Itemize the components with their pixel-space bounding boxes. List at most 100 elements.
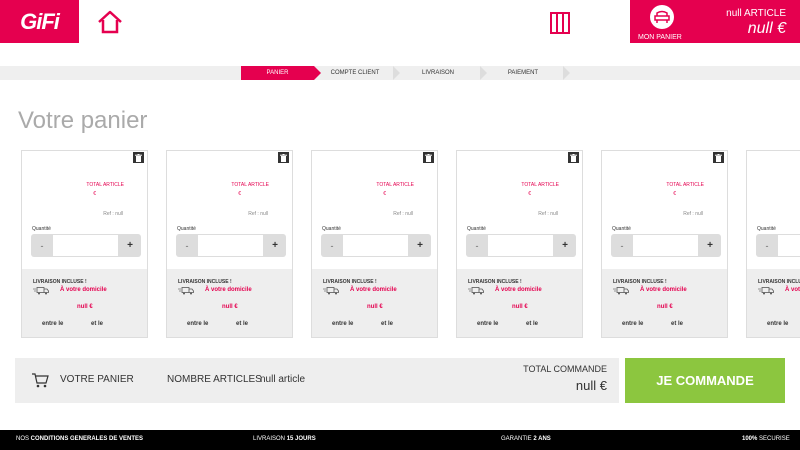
page-root: GiFi MON PANIER null ARTICLE null € PANI… <box>0 0 800 450</box>
trash-icon[interactable] <box>423 152 434 163</box>
quantity-stepper: -+ <box>176 234 286 257</box>
cart-item-card: TOTAL ARTICLE€Ref : nullQuantité-+LIVRAI… <box>166 150 293 338</box>
delivery-mode: À votre domicile <box>785 287 800 293</box>
livraison-incluse-label: LIVRAISON INCLUSE ! <box>323 279 377 285</box>
total-article-label: TOTAL ARTICLE <box>521 182 559 188</box>
delivery-mode: À votre domicile <box>350 287 397 293</box>
quantity-increase-button[interactable]: + <box>409 234 431 257</box>
delivery-info: LIVRAISON INCLUSE ! À votre domicile null … <box>167 269 292 337</box>
delivery-date-start: entre le <box>622 321 644 327</box>
footer-garantie: GARANTIE 2 ANS <box>501 436 551 442</box>
footer-securise-prefix: 100% <box>742 436 758 442</box>
summary-nombre-articles-label: NOMBRE ARTICLES <box>167 374 262 385</box>
livraison-incluse-label: LIVRAISON INCLUSE ! <box>613 279 667 285</box>
step-arrow <box>314 66 321 80</box>
catalog-icon[interactable] <box>549 11 571 35</box>
livraison-incluse-label: LIVRAISON INCLUSE ! <box>33 279 87 285</box>
armchair-icon <box>650 5 674 29</box>
total-article-value: € <box>673 191 676 197</box>
delivery-date-end: et le <box>91 321 104 327</box>
quantity-input[interactable] <box>488 235 553 256</box>
item-ref: Ref : null <box>538 211 558 217</box>
cart-total: null € <box>747 20 786 37</box>
cart-item-card: TOTAL ARTICLE€Ref : nullQuantité-+LIVRAI… <box>21 150 148 338</box>
trash-icon[interactable] <box>568 152 579 163</box>
total-article-label: TOTAL ARTICLE <box>86 182 124 188</box>
footer-livraison: LIVRAISON 15 JOURS <box>253 436 316 442</box>
quantity-label: Quantité <box>757 226 776 232</box>
footer-conditions[interactable]: NOS CONDITIONS GENERALES DE VENTES <box>16 436 143 442</box>
cart-item-card: TOTAL ARTICLE € Ref : null Quantité - + LIVRAI… <box>601 150 728 338</box>
gifi-logo[interactable]: GiFi <box>0 0 79 43</box>
quantity-decrease-button[interactable]: - <box>176 234 198 257</box>
summary-article-count: null article <box>260 374 306 385</box>
truck-icon <box>613 287 629 295</box>
footer-garantie-prefix: GARANTIE <box>501 436 534 442</box>
step-livraison: LIVRAISON <box>421 70 454 76</box>
quantity-label: Quantité <box>322 226 341 232</box>
truck-icon <box>468 287 484 295</box>
delivery-price: null € <box>512 304 528 310</box>
delivery-date-end: et le <box>381 321 394 327</box>
total-article-label: TOTAL ARTICLE <box>231 182 269 188</box>
cart-item-card: TOTAL ARTICLE€Ref : nullQuantité-+LIVRAI… <box>311 150 438 338</box>
delivery-date-end: et le <box>236 321 249 327</box>
footer-conditions-link[interactable]: CONDITIONS GENERALES DE VENTES <box>31 436 143 442</box>
quantity-decrease-button[interactable]: - <box>466 234 488 257</box>
delivery-mode: À votre domicile <box>205 287 252 293</box>
delivery-date-start: entre le <box>477 321 499 327</box>
livraison-incluse-label: LIVRAISON INCLUSE ! <box>178 279 232 285</box>
delivery-date-start: entre le <box>332 321 354 327</box>
footer-livraison-prefix: LIVRAISON <box>253 436 287 442</box>
mini-cart[interactable]: MON PANIER null ARTICLE null € <box>630 0 800 43</box>
truck-icon <box>758 287 774 295</box>
step-separator <box>563 66 570 80</box>
summary-votre-panier: VOTRE PANIER <box>60 374 134 385</box>
item-ref: Ref : null <box>683 211 703 217</box>
delivery-info: LIVRAISON INCLUSE !À votre domicilenull … <box>602 269 727 337</box>
je-commande-button[interactable]: JE COMMANDE <box>625 358 785 403</box>
quantity-increase-button[interactable]: + <box>554 234 576 257</box>
delivery-price: null € <box>367 304 383 310</box>
trash-icon[interactable] <box>713 152 724 163</box>
quantity-stepper: -+ <box>756 234 800 257</box>
quantity-increase-button[interactable]: + <box>699 234 721 257</box>
delivery-mode: À votre domicile <box>60 287 107 293</box>
delivery-date-start: entre le <box>42 321 64 327</box>
quantity-input[interactable] <box>778 235 800 256</box>
delivery-info: LIVRAISON INCLUSE !À votre domicilenull … <box>22 269 147 337</box>
trash-icon[interactable] <box>133 152 144 163</box>
delivery-info: LIVRAISON INCLUSE !À votre domicilenull … <box>747 269 800 337</box>
mon-panier-label: MON PANIER <box>638 34 682 41</box>
summary-total-label: TOTAL COMMANDE <box>523 364 607 374</box>
step-panier: PANIER <box>241 66 314 80</box>
trash-icon[interactable] <box>278 152 289 163</box>
cart-icon <box>32 373 49 388</box>
quantity-label: Quantité <box>177 226 196 232</box>
order-summary: VOTRE PANIER NOMBRE ARTICLES null articl… <box>15 358 619 403</box>
total-article-label: TOTAL ARTICLE <box>666 182 704 188</box>
step-separator <box>393 66 400 80</box>
quantity-decrease-button[interactable]: - <box>756 234 778 257</box>
delivery-date-start: entre le <box>187 321 209 327</box>
footer-conditions-prefix: NOS <box>16 436 31 442</box>
cart-item-card: TOTAL ARTICLE€Ref : nullQuantité-+LIVRAI… <box>746 150 800 338</box>
quantity-increase-button[interactable]: + <box>119 234 141 257</box>
quantity-decrease-button[interactable]: - <box>31 234 53 257</box>
home-icon[interactable] <box>96 9 124 35</box>
quantity-input[interactable] <box>633 235 698 256</box>
quantity-decrease-button[interactable]: - <box>321 234 343 257</box>
footer-securise: 100% SECURISE <box>742 436 790 442</box>
footer: NOS CONDITIONS GENERALES DE VENTES LIVRA… <box>0 430 800 450</box>
quantity-label: Quantité <box>612 226 631 232</box>
quantity-decrease-button[interactable]: - <box>611 234 633 257</box>
total-article-value: € <box>93 191 96 197</box>
delivery-price: null € <box>222 304 238 310</box>
quantity-input[interactable] <box>343 235 408 256</box>
footer-garantie-value: 2 ANS <box>533 436 551 442</box>
quantity-input[interactable] <box>198 235 263 256</box>
quantity-label: Quantité <box>467 226 486 232</box>
quantity-input[interactable] <box>53 235 118 256</box>
header: GiFi MON PANIER null ARTICLE null € <box>0 0 800 43</box>
quantity-increase-button[interactable]: + <box>264 234 286 257</box>
